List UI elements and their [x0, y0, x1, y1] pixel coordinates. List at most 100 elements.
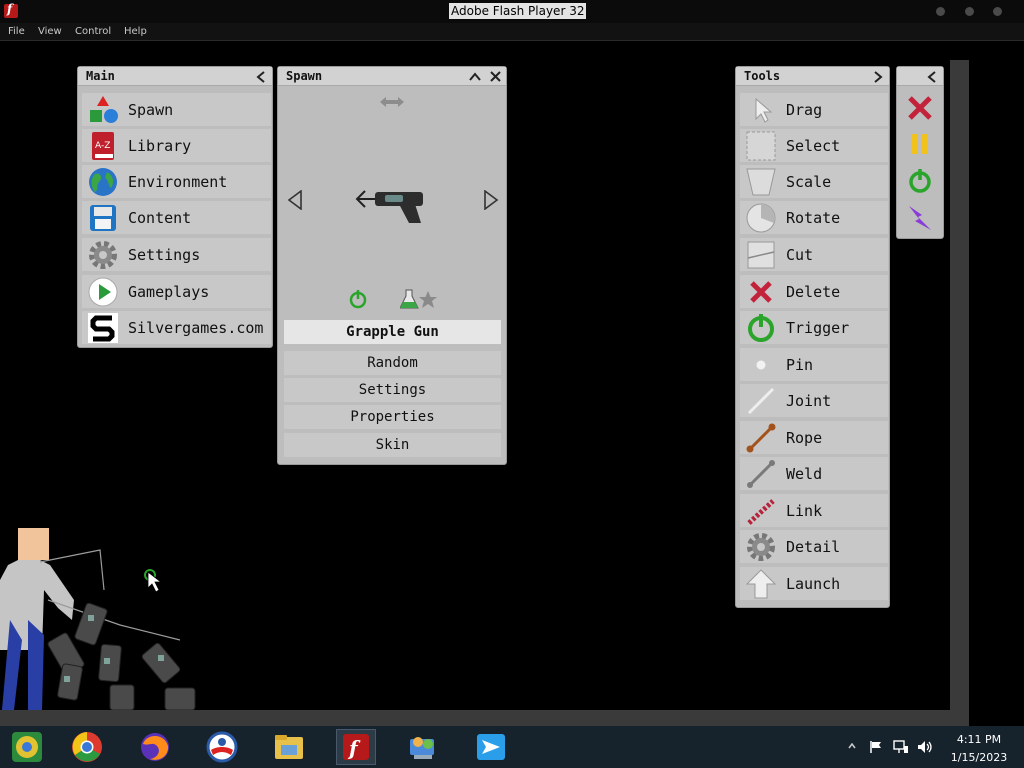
tool-delete[interactable]: Delete: [740, 275, 888, 308]
lightning-icon[interactable]: [905, 203, 935, 233]
cursor-icon: [744, 95, 778, 125]
grapple-gun-pile[interactable]: [47, 602, 196, 710]
clear-all-icon[interactable]: [905, 93, 935, 123]
tool-link[interactable]: Link: [740, 494, 888, 527]
collapse-spawn-button[interactable]: [466, 67, 484, 86]
quick-panel-header[interactable]: [897, 67, 943, 86]
taskbar-firefox-icon[interactable]: [135, 729, 175, 765]
main-item-spawn[interactable]: Spawn: [82, 93, 271, 126]
silvergames-logo-icon: [86, 312, 120, 343]
taskbar-chrome-canary-icon[interactable]: [7, 729, 47, 765]
tool-label: Rope: [786, 428, 823, 447]
main-item-label: Spawn: [128, 100, 174, 119]
selected-item-name: Grapple Gun: [284, 320, 501, 344]
random-button[interactable]: Random: [284, 351, 501, 375]
menu-view[interactable]: View: [38, 25, 62, 38]
delete-icon: [744, 277, 778, 307]
collapse-tools-button[interactable]: [869, 67, 887, 86]
main-item-library[interactable]: A-Z Library: [82, 129, 271, 162]
next-item-button[interactable]: [483, 190, 499, 210]
stage-border-right: [950, 60, 969, 726]
launch-arrow-icon: [744, 568, 778, 599]
link-icon: [744, 496, 778, 526]
menu-bar: File View Control Help: [0, 23, 1024, 40]
tool-label: Rotate: [786, 208, 841, 227]
tool-cut[interactable]: Cut: [740, 238, 888, 271]
tool-detail[interactable]: Detail: [740, 530, 888, 563]
main-panel-header[interactable]: Main: [78, 67, 272, 86]
show-hidden-icons-button[interactable]: [848, 741, 856, 752]
maximize-button[interactable]: [965, 7, 974, 16]
tool-label: Drag: [786, 100, 823, 119]
trigger-toggle-icon[interactable]: [348, 289, 368, 309]
menu-control[interactable]: Control: [75, 25, 111, 38]
taskbar-file-explorer-icon[interactable]: [269, 729, 309, 765]
chevron-left-icon: [256, 70, 265, 83]
main-item-silvergames[interactable]: Silvergames.com: [82, 311, 271, 344]
tool-trigger[interactable]: Trigger: [740, 311, 888, 344]
network-icon[interactable]: [893, 740, 909, 757]
volume-icon[interactable]: [917, 740, 933, 757]
main-item-environment[interactable]: Environment: [82, 165, 271, 198]
tool-weld[interactable]: Weld: [740, 457, 888, 490]
skin-button[interactable]: Skin: [284, 433, 501, 457]
collapse-main-button[interactable]: [252, 67, 270, 86]
close-window-button[interactable]: [993, 7, 1002, 16]
window-margin: [969, 41, 1024, 726]
trigger-all-icon[interactable]: [905, 166, 935, 196]
tool-launch[interactable]: Launch: [740, 567, 888, 600]
tool-label: Link: [786, 501, 823, 520]
tools-panel-header[interactable]: Tools: [736, 67, 889, 86]
spawn-panel-header[interactable]: Spawn: [278, 67, 506, 86]
taskbar-send-app-icon[interactable]: [471, 729, 511, 765]
spawn-settings-button[interactable]: Settings: [284, 378, 501, 402]
ragdoll-head[interactable]: [18, 528, 49, 560]
stage-border-bottom: [0, 710, 969, 726]
svg-text:A-Z: A-Z: [95, 141, 110, 151]
main-item-label: Silvergames.com: [128, 318, 264, 337]
tool-scale[interactable]: Scale: [740, 165, 888, 198]
grapple-gun-preview: [355, 190, 423, 223]
pause-icon[interactable]: [905, 129, 935, 159]
minimize-button[interactable]: [936, 7, 945, 16]
collapse-quick-button[interactable]: [923, 67, 941, 86]
floppy-disk-icon: [86, 203, 120, 233]
flask-star-icon[interactable]: [400, 288, 438, 310]
menu-file[interactable]: File: [8, 25, 25, 38]
ragdoll-leg-right[interactable]: [28, 620, 44, 710]
menu-help[interactable]: Help: [124, 25, 147, 38]
taskbar-clock-date[interactable]: 1/15/2023: [944, 751, 1014, 764]
power-icon: [744, 313, 778, 343]
book-icon: A-Z: [86, 131, 120, 161]
quick-actions-panel: [896, 66, 944, 239]
flash-player-icon: f: [4, 2, 18, 18]
taskbar-clock-time[interactable]: 4:11 PM: [944, 733, 1014, 746]
tool-label: Scale: [786, 172, 832, 191]
tools-panel-title: Tools: [744, 69, 781, 83]
taskbar-chrome-icon[interactable]: [67, 729, 107, 765]
action-center-flag-icon[interactable]: [869, 740, 883, 757]
main-item-settings[interactable]: Settings: [82, 238, 271, 271]
weld-icon: [744, 459, 778, 489]
main-item-label: Library: [128, 136, 192, 155]
tool-drag[interactable]: Drag: [740, 93, 888, 126]
close-spawn-button[interactable]: [486, 67, 504, 86]
taskbar-flash-player-icon[interactable]: f: [336, 729, 376, 765]
taskbar-obama-app-icon[interactable]: [202, 729, 242, 765]
tool-joint[interactable]: Joint: [740, 384, 888, 417]
tool-rope[interactable]: Rope: [740, 421, 888, 454]
tool-select[interactable]: Select: [740, 129, 888, 162]
globe-icon: [86, 167, 120, 197]
tool-rotate[interactable]: Rotate: [740, 201, 888, 234]
rotate-icon: [744, 203, 778, 233]
main-item-gameplays[interactable]: Gameplays: [82, 275, 271, 308]
cut-icon: [744, 240, 778, 270]
flip-horizontal-icon[interactable]: [379, 96, 405, 108]
main-item-content[interactable]: Content: [82, 201, 271, 234]
joint-icon: [744, 386, 778, 416]
properties-button[interactable]: Properties: [284, 405, 501, 429]
tool-pin[interactable]: Pin: [740, 348, 888, 381]
previous-item-button[interactable]: [287, 190, 303, 210]
main-panel: Main Spawn A-Z Library Environment Conte…: [77, 66, 273, 348]
taskbar-remote-users-icon[interactable]: [403, 729, 443, 765]
